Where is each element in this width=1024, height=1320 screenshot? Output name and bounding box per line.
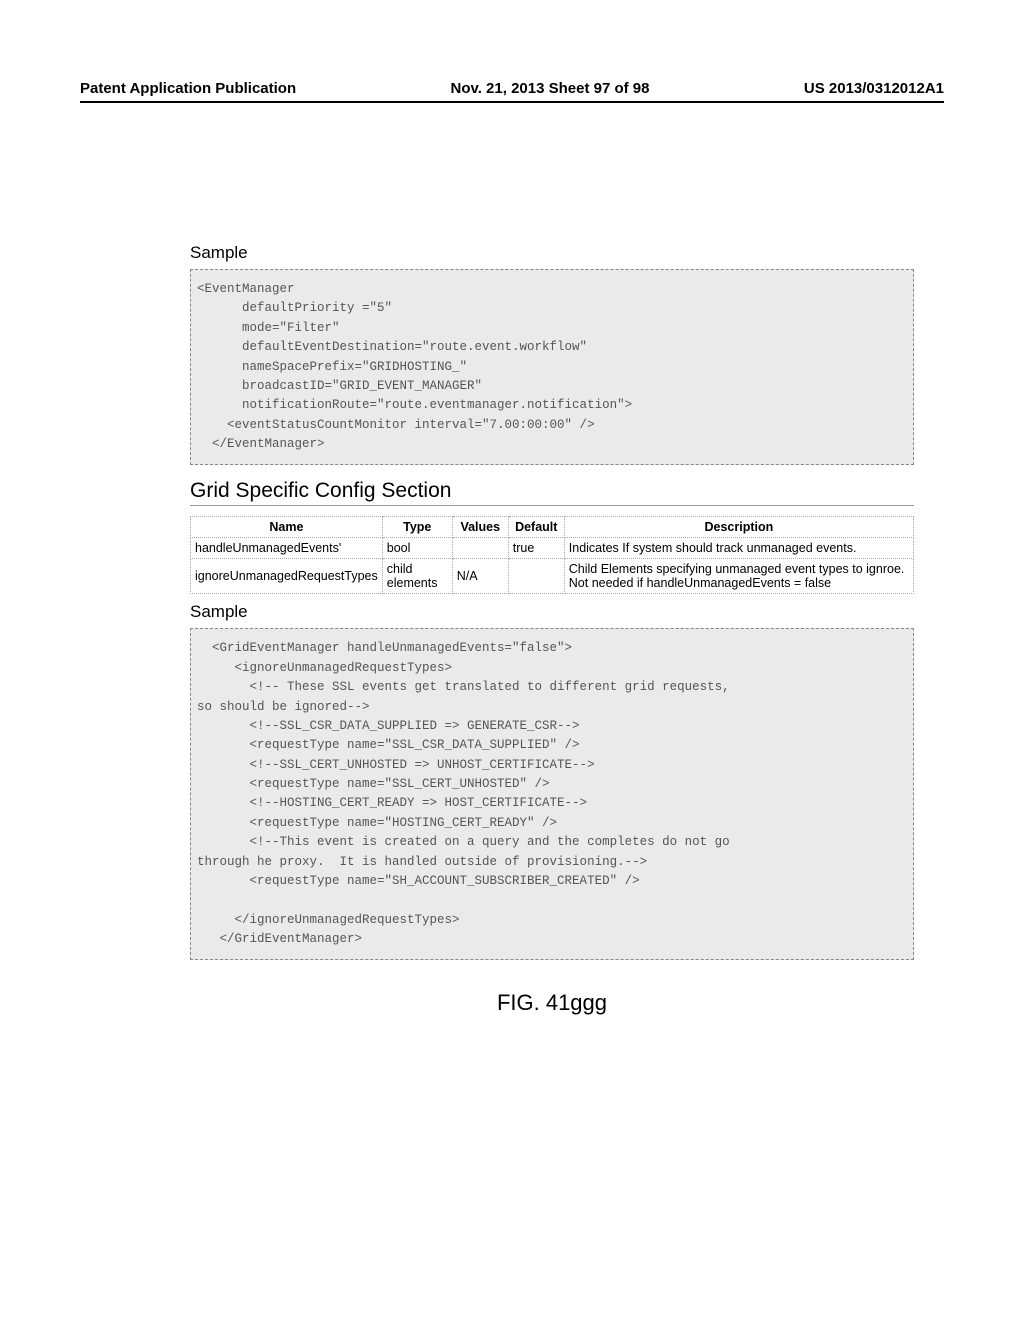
cell-description: Indicates If system should track unmanag… <box>564 538 913 559</box>
th-values: Values <box>452 517 508 538</box>
cell-type: child elements <box>382 559 452 594</box>
figure-label: FIG. 41ggg <box>190 990 914 1016</box>
cell-default <box>508 559 564 594</box>
section-title: Grid Specific Config Section <box>190 479 914 506</box>
th-name: Name <box>191 517 383 538</box>
cell-values <box>452 538 508 559</box>
config-table: Name Type Values Default Description han… <box>190 516 914 594</box>
th-default: Default <box>508 517 564 538</box>
sample1-code-block: <EventManager defaultPriority ="5" mode=… <box>190 269 914 465</box>
table-header-row: Name Type Values Default Description <box>191 517 914 538</box>
sample1-heading: Sample <box>190 243 914 263</box>
cell-type: bool <box>382 538 452 559</box>
th-description: Description <box>564 517 913 538</box>
page: Patent Application Publication Nov. 21, … <box>0 0 1024 1016</box>
header-center: Nov. 21, 2013 Sheet 97 of 98 <box>451 80 650 97</box>
sample2-code-block: <GridEventManager handleUnmanagedEvents=… <box>190 628 914 960</box>
cell-default: true <box>508 538 564 559</box>
table-row: handleUnmanagedEvents' bool true Indicat… <box>191 538 914 559</box>
header-right: US 2013/0312012A1 <box>804 80 944 97</box>
cell-description: Child Elements specifying unmanaged even… <box>564 559 913 594</box>
cell-name: handleUnmanagedEvents' <box>191 538 383 559</box>
sample2-heading: Sample <box>190 602 914 622</box>
th-type: Type <box>382 517 452 538</box>
content-area: Sample <EventManager defaultPriority ="5… <box>190 243 914 1016</box>
cell-values: N/A <box>452 559 508 594</box>
header-left: Patent Application Publication <box>80 80 296 97</box>
cell-name: ignoreUnmanagedRequestTypes <box>191 559 383 594</box>
page-header: Patent Application Publication Nov. 21, … <box>80 80 944 103</box>
table-row: ignoreUnmanagedRequestTypes child elemen… <box>191 559 914 594</box>
